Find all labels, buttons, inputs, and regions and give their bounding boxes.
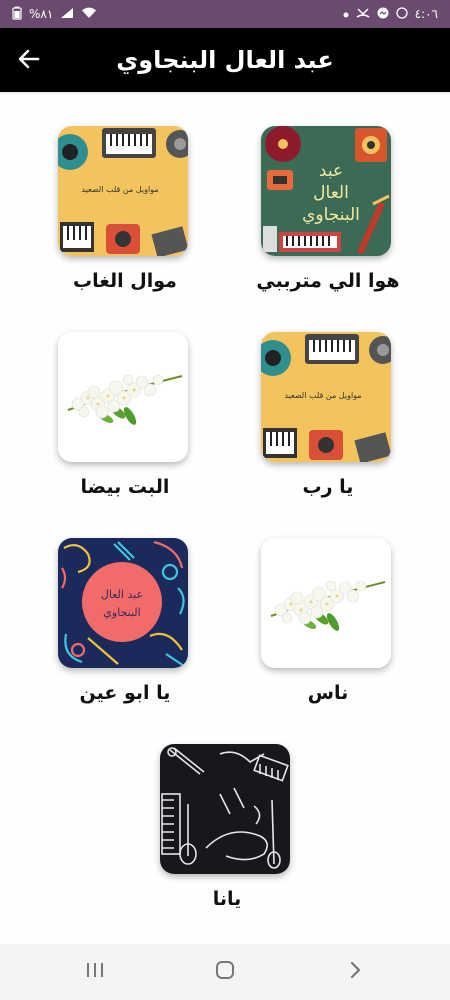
song-title: البت بيضا [80, 476, 170, 498]
system-nav-bar [0, 944, 450, 1000]
neon-instruments-artwork: عبد العال البنجاوي [58, 538, 188, 668]
song-artwork [160, 744, 290, 874]
song-tile-2[interactable]: مواويل من قلب الصعيد موال الغاب [58, 126, 192, 292]
song-title: موال الغاب [73, 270, 177, 292]
signal-icon [60, 7, 74, 21]
song-artwork: عبد العال البنجاوي [261, 126, 391, 256]
song-artwork [261, 538, 391, 668]
status-right: ٤:٠٦ [343, 7, 438, 21]
neon-title-line-2: البنجاوي [103, 606, 140, 619]
song-tile-4[interactable]: البت بيضا [58, 332, 192, 498]
neon-title-line-1: عبد العال [101, 588, 143, 601]
song-title: يا رب [302, 476, 354, 498]
dark-instruments-artwork [160, 744, 290, 874]
recent-apps-button[interactable] [65, 952, 125, 992]
back-chevron-icon [347, 960, 363, 984]
song-artwork: عبد العال البنجاوي [58, 538, 188, 668]
battery-percent: %٨١ [29, 7, 54, 21]
jasmine-artwork [58, 332, 188, 462]
yellow-art-caption: مواويل من قلب الصعيد [284, 391, 361, 400]
song-tile-7[interactable]: يانا [160, 744, 294, 910]
song-artwork [58, 332, 188, 462]
song-title: يا ابو عين [79, 682, 171, 704]
collage-title-line-2: العال [313, 183, 349, 203]
whatsapp-icon [395, 7, 408, 21]
collage-title-line-1: عبد [319, 161, 343, 181]
song-tile-3[interactable]: مواويل من قلب الصعيد يا رب [261, 332, 395, 498]
music-collage-artwork: عبد العال البنجاوي [261, 126, 391, 256]
arrow-left-icon [18, 49, 40, 73]
yellow-instruments-artwork: مواويل من قلب الصعيد [58, 126, 188, 256]
messenger-icon [377, 7, 389, 21]
recent-apps-icon [84, 960, 106, 984]
song-tile-6[interactable]: عبد العال البنجاوي يا ابو عين [58, 538, 192, 704]
yellow-instruments-artwork: مواويل من قلب الصعيد [261, 332, 391, 462]
app-bar: عبد العال البنجاوي [0, 28, 450, 92]
status-left: %٨١ [12, 6, 97, 22]
song-tile-5[interactable]: ناس [261, 538, 395, 704]
wifi-icon [81, 7, 97, 21]
list-edge-shadow [0, 92, 450, 95]
back-button[interactable] [14, 46, 44, 76]
home-button[interactable] [195, 952, 255, 992]
jasmine-artwork [261, 538, 391, 668]
song-artwork: مواويل من قلب الصعيد [58, 126, 188, 256]
song-title: هوا الي مترببي [256, 270, 400, 292]
song-tile-1[interactable]: عبد العال البنجاوي هوا الي مترببي [256, 126, 400, 292]
status-bar: %٨١ ٤:٠٦ [0, 0, 450, 28]
home-icon [214, 959, 236, 985]
yellow-art-caption: مواويل من قلب الصعيد [81, 185, 158, 194]
song-artwork: مواويل من قلب الصعيد [261, 332, 391, 462]
song-title: يانا [212, 888, 242, 910]
dot-icon [343, 8, 349, 20]
song-grid[interactable]: عبد العال البنجاوي هوا الي مترببي مواويل… [0, 92, 450, 944]
page-title: عبد العال البنجاوي [116, 46, 334, 74]
missed-call-icon [356, 7, 370, 21]
clock: ٤:٠٦ [414, 7, 438, 21]
battery-icon [12, 6, 22, 22]
collage-title-line-3: البنجاوي [302, 205, 360, 225]
song-title: ناس [307, 682, 349, 704]
system-back-button[interactable] [325, 952, 385, 992]
